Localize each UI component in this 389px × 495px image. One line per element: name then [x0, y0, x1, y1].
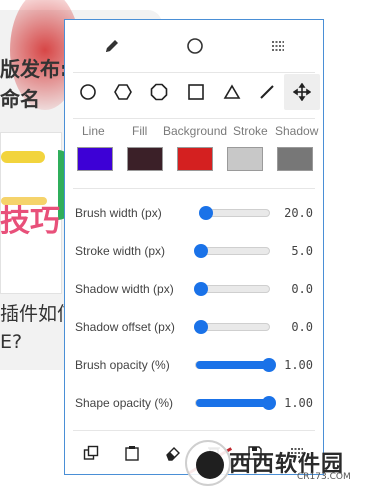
slider-value: 20.0 [284, 206, 313, 220]
shadow-width-slider[interactable] [194, 282, 270, 296]
slider-label: Brush width (px) [75, 206, 162, 220]
slider-fill [196, 361, 269, 369]
logo-emblem-icon [185, 440, 231, 486]
slider-value: 0.0 [291, 282, 313, 296]
divider [73, 72, 315, 73]
divider [73, 188, 315, 189]
watermark-subtext: CR173.COM [297, 472, 351, 482]
shape-tools [65, 74, 323, 114]
line-tool-icon[interactable] [249, 74, 285, 110]
slider-thumb[interactable] [262, 358, 276, 372]
watermark-logo: 西西软件园 CR173.COM [185, 440, 385, 490]
square-tool-icon[interactable] [178, 74, 214, 110]
line-color-swatch[interactable] [77, 147, 113, 171]
mode-tabs [65, 20, 323, 72]
slider-label: Stroke width (px) [75, 244, 166, 258]
slider-thumb[interactable] [194, 320, 208, 334]
shadow-color-swatch[interactable] [277, 147, 313, 171]
background-title-line: 命名 [0, 87, 40, 111]
color-label-line: Line [82, 124, 105, 138]
color-label-fill: Fill [132, 124, 148, 138]
circle-tool-icon[interactable] [70, 74, 106, 110]
slider-shadow-offset: Shadow offset (px) 0.0 [65, 317, 323, 337]
divider [73, 118, 315, 119]
circle-icon[interactable] [182, 33, 208, 59]
hexagon-tool-icon[interactable] [105, 74, 141, 110]
slider-value: 1.00 [284, 396, 313, 410]
slider-value: 1.00 [284, 358, 313, 372]
shadow-offset-slider[interactable] [194, 320, 270, 334]
slider-brush-width: Brush width (px) 20.0 [65, 203, 323, 223]
slider-label: Shape opacity (%) [75, 396, 174, 410]
color-labels: Line Fill Background Stroke Shadow [65, 124, 323, 140]
slider-value: 5.0 [291, 244, 313, 258]
pencil-icon[interactable] [99, 33, 125, 59]
slider-thumb[interactable] [194, 244, 208, 258]
background-article-title: 版发布: 命名 [0, 54, 70, 114]
stroke-color-swatch[interactable] [227, 147, 263, 171]
slider-thumb[interactable] [194, 282, 208, 296]
brush-width-slider[interactable] [199, 206, 270, 220]
thumbnail-bar [1, 151, 45, 163]
slider-label: Brush opacity (%) [75, 358, 170, 372]
divider [73, 430, 315, 431]
slider-shadow-width: Shadow width (px) 0.0 [65, 279, 323, 299]
slider-label: Shadow offset (px) [75, 320, 175, 334]
slider-brush-opacity: Brush opacity (%) 1.00 [65, 355, 323, 375]
octagon-tool-icon[interactable] [141, 74, 177, 110]
slider-value: 0.0 [291, 320, 313, 334]
fill-color-swatch[interactable] [127, 147, 163, 171]
options-icon[interactable] [265, 33, 291, 59]
stroke-width-slider[interactable] [194, 244, 270, 258]
color-label-shadow: Shadow [275, 124, 319, 138]
eraser-icon[interactable] [163, 443, 183, 463]
paste-icon[interactable] [122, 443, 142, 463]
slider-fill [196, 399, 269, 407]
color-label-background: Background [163, 124, 228, 138]
slider-thumb[interactable] [199, 206, 214, 220]
slider-label: Shadow width (px) [75, 282, 174, 296]
color-label-stroke: Stroke [233, 124, 268, 138]
background-color-swatch[interactable] [177, 147, 213, 171]
shape-opacity-slider[interactable] [195, 396, 276, 410]
slider-stroke-width: Stroke width (px) 5.0 [65, 241, 323, 261]
drawing-options-panel: Line Fill Background Stroke Shadow Brush… [64, 19, 324, 475]
background-title-line: 版发布: [0, 57, 68, 81]
copy-icon[interactable] [81, 443, 101, 463]
slider-shape-opacity: Shape opacity (%) 1.00 [65, 393, 323, 413]
triangle-tool-icon[interactable] [214, 74, 250, 110]
slider-thumb[interactable] [262, 396, 276, 410]
brush-opacity-slider[interactable] [195, 358, 276, 372]
background-pink-heading: 技巧 [0, 204, 60, 239]
move-tool-icon[interactable] [284, 74, 320, 110]
